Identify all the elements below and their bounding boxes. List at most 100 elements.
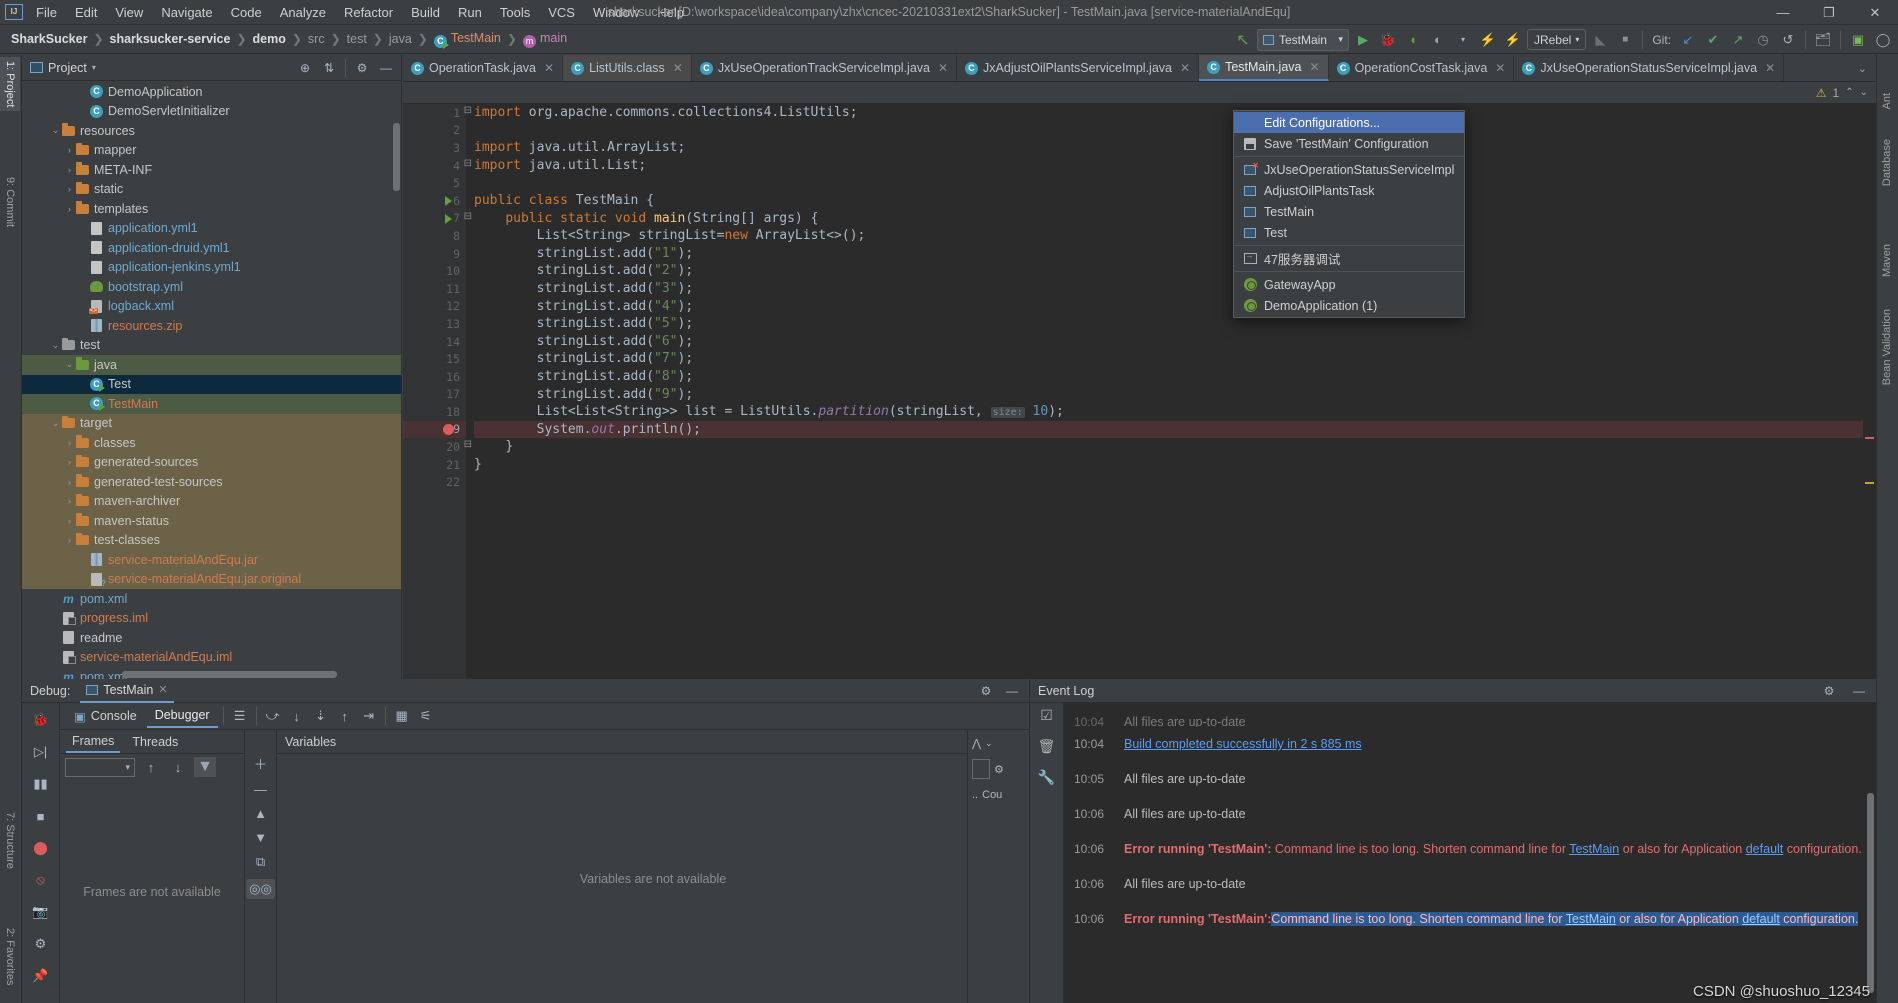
vcs-revert-icon[interactable]: ↺	[1777, 29, 1799, 51]
editor-error-stripe[interactable]	[1863, 104, 1876, 679]
delete-icon[interactable]: 🗑	[1038, 738, 1056, 755]
editor-tab[interactable]: CJxUseOperationStatusServiceImpl.java✕	[1514, 55, 1784, 81]
run-menu-item[interactable]: JxUseOperationStatusServiceImpl	[1234, 159, 1464, 180]
code-line[interactable]: List<List<String>> list = ListUtils.part…	[474, 403, 1876, 421]
tree-node[interactable]: ›test-classes	[22, 531, 401, 551]
project-vertical-scrollbar[interactable]	[393, 123, 400, 191]
pin-icon[interactable]: 📌	[29, 965, 53, 987]
gear-icon[interactable]: ⚙	[29, 933, 53, 955]
evaluate-expression-icon[interactable]: ▦	[391, 705, 413, 727]
remove-watch-icon[interactable]: —	[254, 782, 267, 797]
close-icon[interactable]: ✕	[673, 61, 683, 75]
tree-node[interactable]: ›classes	[22, 433, 401, 453]
code-line[interactable]: stringList.add("3");	[474, 280, 1876, 298]
sidebar-tab-favorites[interactable]: 2: Favorites	[0, 924, 20, 989]
tree-node[interactable]: resources.zip	[22, 316, 401, 336]
menu-icon[interactable]: ☰	[229, 705, 251, 727]
gear-icon[interactable]: ⚙	[975, 680, 997, 702]
copy-icon[interactable]: ⧉	[256, 854, 265, 870]
close-icon[interactable]: ✕	[158, 683, 167, 696]
sidebar-tab-commit[interactable]: 9: Commit	[0, 173, 20, 231]
pause-icon[interactable]: ▮▮	[29, 773, 53, 795]
maximize-button[interactable]: ❐	[1806, 0, 1852, 25]
code-line[interactable]: }	[474, 438, 1876, 456]
project-horizontal-scrollbar[interactable]	[122, 671, 337, 678]
event-log-link[interactable]: TestMain	[1569, 842, 1619, 856]
editor-tab[interactable]: CJxUseOperationTrackServiceImpl.java✕	[692, 55, 957, 81]
breadcrumb-item-testmain[interactable]: CTestMain	[429, 29, 506, 50]
mark-read-icon[interactable]: ☑	[1040, 707, 1053, 724]
menu-item-code[interactable]: Code	[222, 2, 271, 23]
breadcrumb-item-test[interactable]: test	[342, 30, 372, 48]
sidebar-tab-maven[interactable]: Maven	[1877, 240, 1897, 281]
event-log-entry[interactable]: 10:05All files are up-to-date	[1064, 762, 1876, 797]
filter-icon[interactable]: ▼	[194, 757, 216, 777]
error-stripe-mark[interactable]	[1865, 437, 1874, 439]
code-line[interactable]: System.out.println();	[474, 421, 1876, 439]
settings-wrench-icon[interactable]: 🔧	[1038, 769, 1055, 786]
attach-debugger-icon[interactable]: ◣	[1589, 29, 1611, 51]
tree-node[interactable]: CDemoServletInitializer	[22, 102, 401, 122]
menu-item-navigate[interactable]: Navigate	[152, 2, 221, 23]
run-menu-item[interactable]: Test	[1234, 222, 1464, 243]
step-into-icon[interactable]: ↓	[286, 705, 308, 727]
menu-item-run[interactable]: Run	[449, 2, 491, 23]
bug-icon[interactable]: 🐞	[29, 709, 53, 731]
event-log-list[interactable]: 10:04All files are up-to-date10:04Build …	[1064, 703, 1876, 1003]
code-line[interactable]: List<String> stringList=new ArrayList<>(…	[474, 227, 1876, 245]
close-icon[interactable]: ✕	[1310, 60, 1320, 74]
run-menu-item[interactable]: Edit Configurations...	[1234, 112, 1464, 133]
close-icon[interactable]: ✕	[938, 61, 948, 75]
event-log-entry[interactable]: 10:06Error running 'TestMain': Command l…	[1064, 832, 1876, 867]
stop-icon[interactable]: ■	[29, 805, 53, 827]
code-line[interactable]: public class TestMain {	[474, 192, 1876, 210]
event-log-scrollbar[interactable]	[1867, 793, 1874, 993]
search-everywhere-icon[interactable]: ◯	[1872, 29, 1894, 51]
chevron-right-icon[interactable]: ›	[64, 145, 75, 155]
vcs-update-icon[interactable]: ↙	[1677, 29, 1699, 51]
code-line[interactable]: }	[474, 456, 1876, 474]
tree-node[interactable]: CTest	[22, 375, 401, 395]
hide-icon[interactable]: —	[1001, 680, 1023, 702]
tree-node[interactable]: application-jenkins.yml1	[22, 258, 401, 278]
menu-item-analyze[interactable]: Analyze	[271, 2, 335, 23]
chevron-right-icon[interactable]: ›	[64, 477, 75, 487]
code-line[interactable]: import java.util.ArrayList;	[474, 139, 1876, 157]
mute-breakpoints-icon[interactable]: ⦸	[29, 869, 53, 891]
tab-console[interactable]: ▣ Console	[66, 705, 145, 728]
tree-node[interactable]: ›META-INF	[22, 160, 401, 180]
chevron-down-icon[interactable]: ⌄	[50, 340, 61, 351]
menu-item-edit[interactable]: Edit	[66, 2, 106, 23]
tree-node[interactable]: ›mapper	[22, 141, 401, 161]
code-line[interactable]: stringList.add("1");	[474, 245, 1876, 263]
tree-node[interactable]: service-materialAndEqu.iml	[22, 648, 401, 668]
editor-tab[interactable]: CTestMain.java✕	[1199, 55, 1329, 81]
run-menu-item[interactable]: TestMain	[1234, 201, 1464, 222]
tree-node[interactable]: application.yml1	[22, 219, 401, 239]
watches-icon[interactable]: ◎◎	[246, 879, 275, 899]
settings-icon[interactable]: ⚟	[415, 705, 437, 727]
close-icon[interactable]: ✕	[544, 61, 554, 75]
breadcrumb-item-java[interactable]: java	[384, 30, 417, 48]
frame-up-icon[interactable]: ↑	[140, 756, 162, 778]
chevron-right-icon[interactable]: ›	[64, 184, 75, 194]
chevron-down-icon[interactable]: ▾	[1452, 29, 1474, 51]
tree-node[interactable]: ›generated-test-sources	[22, 472, 401, 492]
step-out-icon[interactable]: ↑	[334, 705, 356, 727]
tree-node[interactable]: ›maven-status	[22, 511, 401, 531]
menu-item-vcs[interactable]: VCS	[539, 2, 584, 23]
screenshot-icon[interactable]: 📷	[29, 901, 53, 923]
chevron-right-icon[interactable]: ›	[64, 165, 75, 175]
vcs-commit-icon[interactable]: ✔	[1702, 29, 1724, 51]
chevron-right-icon[interactable]: ›	[64, 438, 75, 448]
tree-node[interactable]: application-druid.yml1	[22, 238, 401, 258]
code-text[interactable]: import org.apache.commons.collections4.L…	[466, 104, 1876, 679]
tree-node[interactable]: ›generated-sources	[22, 453, 401, 473]
tree-node[interactable]: CTestMain	[22, 394, 401, 414]
code-line[interactable]: stringList.add("2");	[474, 262, 1876, 280]
next-problem-icon[interactable]: ⌄	[1860, 87, 1868, 98]
frame-down-icon[interactable]: ↓	[167, 756, 189, 778]
collapse-all-icon[interactable]: ⇅	[318, 57, 340, 79]
menu-item-help[interactable]: Help	[648, 2, 693, 23]
code-line[interactable]	[474, 174, 1876, 192]
